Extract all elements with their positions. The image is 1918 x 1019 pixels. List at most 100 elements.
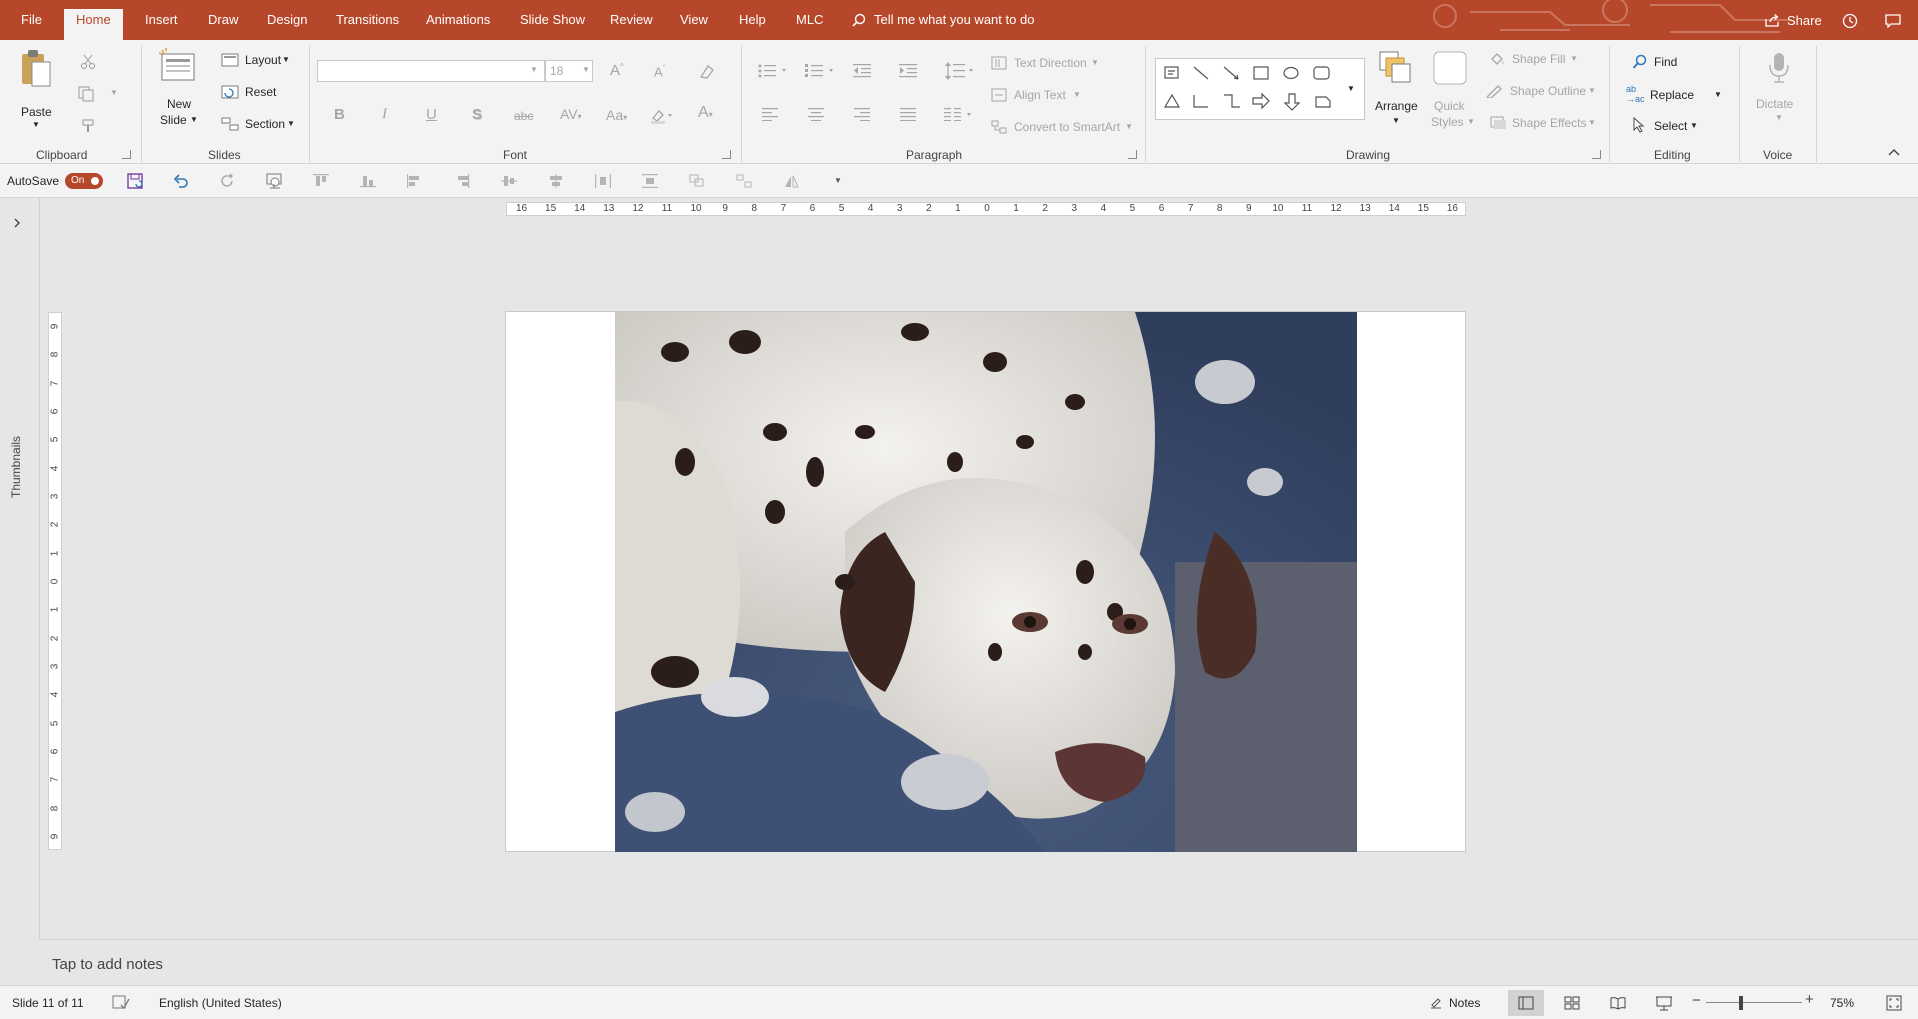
share-button[interactable]: Share <box>1765 12 1835 30</box>
select-button[interactable]: Select ▼ <box>1632 116 1712 136</box>
tab-insert[interactable]: Insert <box>145 12 178 27</box>
align-object-center-icon[interactable] <box>548 174 564 188</box>
decrease-font-size-icon[interactable]: Aˇ <box>654 64 665 79</box>
zoom-in-icon[interactable]: + <box>1805 991 1814 1008</box>
redo-icon[interactable] <box>220 173 236 189</box>
slideshow-view-icon[interactable] <box>1656 995 1672 1011</box>
shape-fill-button[interactable]: Shape Fill ▼ <box>1490 50 1600 70</box>
align-center-icon[interactable] <box>808 108 824 121</box>
dalmatian-puppy-photo[interactable] <box>615 312 1357 852</box>
font-family-combobox[interactable]: ▼ <box>317 60 545 82</box>
numbering-icon[interactable] <box>805 64 837 78</box>
font-size-combobox[interactable]: 18 ▼ <box>545 60 593 82</box>
font-launcher-icon[interactable] <box>722 150 731 159</box>
align-right-icon[interactable] <box>854 108 870 121</box>
zoom-out-icon[interactable]: − <box>1692 992 1701 1009</box>
shape-effects-button[interactable]: Shape Effects ▼ <box>1490 114 1610 134</box>
arrange-button[interactable]: Arrange ▼ <box>1370 48 1420 134</box>
decrease-indent-icon[interactable] <box>853 64 873 78</box>
convert-smartart-button[interactable]: Convert to SmartArt ▼ <box>991 118 1133 138</box>
tab-file[interactable]: File <box>21 12 42 27</box>
align-text-button[interactable]: Align Text ▼ <box>991 86 1131 106</box>
tab-home[interactable]: Home <box>64 9 123 40</box>
notes-toggle-button[interactable]: Notes <box>1430 994 1490 1012</box>
section-button[interactable]: Section ▼ <box>221 116 297 134</box>
text-direction-button[interactable]: Text Direction ▼ <box>991 54 1131 74</box>
tab-draw[interactable]: Draw <box>208 12 238 27</box>
tab-mlc[interactable]: MLC <box>796 12 823 27</box>
bold-button[interactable]: B <box>334 106 345 123</box>
distribute-horizontal-icon[interactable] <box>595 174 611 188</box>
clipboard-launcher-icon[interactable] <box>122 150 131 159</box>
bullets-icon[interactable] <box>758 64 788 78</box>
justify-icon[interactable] <box>900 108 916 121</box>
dictate-button[interactable]: Dictate ▼ <box>1756 48 1802 134</box>
clear-formatting-icon[interactable] <box>698 64 716 80</box>
notes-pane[interactable]: Tap to add notes <box>40 939 1918 985</box>
underline-button[interactable]: U <box>426 106 437 123</box>
undo-icon[interactable] <box>173 173 189 189</box>
copy-icon[interactable] <box>78 86 96 102</box>
shape-outline-button[interactable]: Shape Outline ▼ <box>1486 82 1606 102</box>
increase-indent-icon[interactable] <box>899 64 919 78</box>
highlight-color-icon[interactable] <box>650 108 674 124</box>
autosave-toggle[interactable]: On <box>65 173 103 189</box>
tab-help[interactable]: Help <box>739 12 766 27</box>
slide-canvas[interactable] <box>505 311 1466 852</box>
character-spacing-icon[interactable]: AV▾ <box>560 106 582 122</box>
history-icon[interactable] <box>1842 13 1858 29</box>
zoom-level[interactable]: 75% <box>1830 996 1854 1010</box>
group-icon[interactable] <box>689 174 705 188</box>
cut-icon[interactable] <box>80 54 96 70</box>
align-left-icon[interactable] <box>762 108 778 121</box>
columns-icon[interactable] <box>944 108 974 121</box>
start-slideshow-icon[interactable] <box>266 173 284 189</box>
reading-view-icon[interactable] <box>1610 996 1626 1010</box>
tab-slideshow[interactable]: Slide Show <box>520 12 585 27</box>
find-button[interactable]: Find <box>1632 52 1702 72</box>
tab-review[interactable]: Review <box>610 12 653 27</box>
align-object-left-icon[interactable] <box>407 174 423 188</box>
replace-button[interactable]: ab →ac Replace ▼ <box>1626 84 1726 104</box>
layout-button[interactable]: Layout ▼ <box>221 52 293 70</box>
strikethrough-button[interactable]: abc <box>514 109 533 123</box>
increase-font-size-icon[interactable]: A^ <box>610 62 624 79</box>
zoom-slider-thumb[interactable] <box>1738 996 1743 1010</box>
tab-view[interactable]: View <box>680 12 708 27</box>
expand-thumbnails-icon[interactable] <box>13 218 21 228</box>
language-indicator[interactable]: English (United States) <box>159 996 282 1010</box>
shapes-more-icon[interactable]: ▼ <box>1347 84 1355 93</box>
paragraph-launcher-icon[interactable] <box>1128 150 1137 159</box>
text-shadow-button[interactable]: S <box>472 106 482 123</box>
copy-dropdown-icon[interactable]: ▼ <box>110 88 118 97</box>
line-spacing-icon[interactable] <box>945 62 975 80</box>
tab-transitions[interactable]: Transitions <box>336 12 399 27</box>
italic-button[interactable]: I <box>382 106 387 123</box>
zoom-slider-track[interactable] <box>1706 1002 1802 1003</box>
thumbnails-label[interactable]: Thumbnails <box>9 436 23 498</box>
ungroup-icon[interactable] <box>736 174 752 188</box>
quick-styles-button[interactable]: Quick Styles ▼ <box>1428 48 1475 134</box>
align-top-icon[interactable] <box>313 174 329 188</box>
save-icon[interactable] <box>127 173 143 189</box>
align-object-right-icon[interactable] <box>454 174 470 188</box>
align-bottom-icon[interactable] <box>360 174 376 188</box>
font-color-icon[interactable]: A▾ <box>698 104 713 122</box>
align-middle-icon[interactable] <box>501 174 517 188</box>
normal-view-button[interactable] <box>1508 990 1544 1016</box>
rotate-icon[interactable] <box>783 174 799 188</box>
format-painter-icon[interactable] <box>80 118 96 134</box>
tab-design[interactable]: Design <box>267 12 307 27</box>
spelling-check-icon[interactable] <box>112 995 130 1010</box>
tell-me-search[interactable]: Tell me what you want to do <box>852 11 1182 31</box>
tab-animations[interactable]: Animations <box>426 12 490 27</box>
collapse-ribbon-icon[interactable] <box>1888 148 1900 156</box>
paste-button[interactable]: Paste ▼ <box>14 48 56 130</box>
shapes-gallery[interactable] <box>1155 58 1365 120</box>
reset-button[interactable]: Reset <box>221 84 293 102</box>
fit-to-window-icon[interactable] <box>1886 995 1902 1011</box>
customize-qat-icon[interactable]: ▼ <box>834 176 842 185</box>
new-slide-button[interactable]: New Slide ▼ <box>156 48 202 134</box>
distribute-vertical-icon[interactable] <box>642 174 658 188</box>
slide-sorter-icon[interactable] <box>1564 996 1580 1010</box>
